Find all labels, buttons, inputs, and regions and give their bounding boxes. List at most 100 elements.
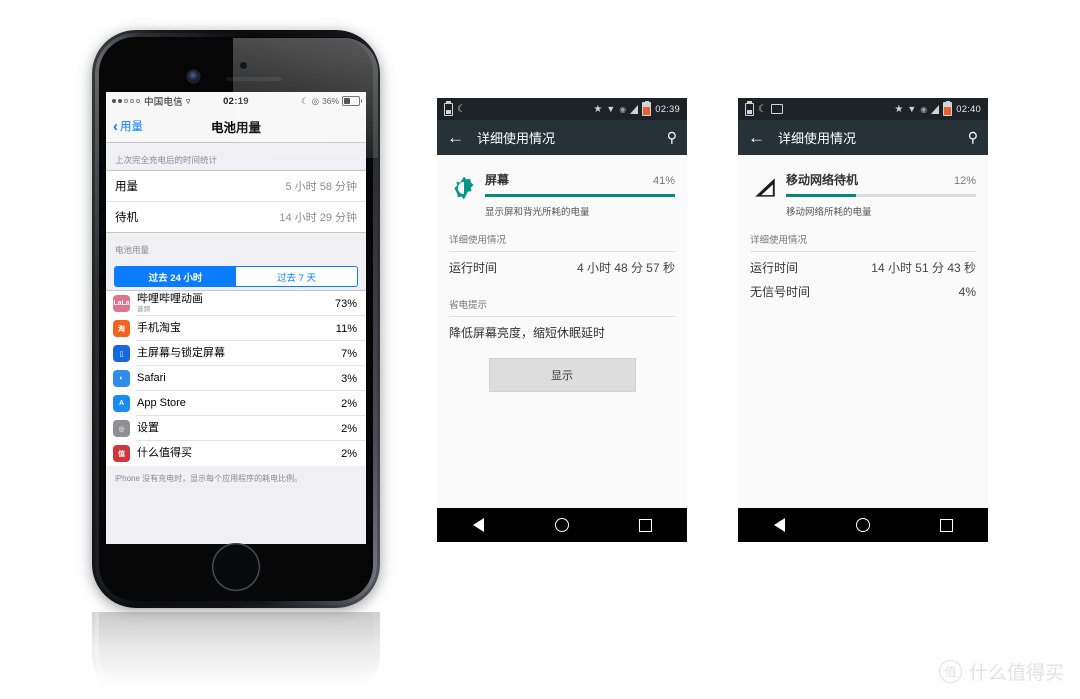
home-button[interactable] [212, 543, 260, 591]
battery-section-header: 电池用量 [115, 245, 150, 255]
arrow-back-icon[interactable]: ← [748, 129, 768, 146]
battery-item-text: 移动网络待机 12% 移动网络所耗的电量 [786, 171, 976, 218]
signal-icon [630, 104, 639, 114]
list-item[interactable]: ◐ Safari 3% [106, 366, 366, 391]
battery-icon [342, 96, 362, 106]
do-not-disturb-moon-icon: ☾ [457, 103, 466, 115]
cast-icon [770, 104, 783, 114]
battery-footnote: iPhone 没有充电时，显示每个应用程序的耗电比例。 [115, 474, 303, 483]
table-row: 运行时间 4 小时 48 分 57 秒 [437, 252, 687, 283]
list-item[interactable]: 值什么值得买 2% [106, 441, 366, 466]
table-row: 无信号时间 4% [738, 283, 988, 307]
android-content: 屏幕 41% 显示屏和背光所耗的电量 详细使用情况 运行时间 4 小时 48 分… [437, 155, 687, 524]
iphone-reflection [92, 612, 380, 698]
app-name: Safari [137, 371, 166, 384]
android-screenshot-right: ☾ ★ ▼ ◉ 02:40 ← 详细使用情况 ⚲ 移动网络待机 12% 移动网络… [738, 98, 988, 524]
iphone-device: 中国电信 ▿ 02:19 ☾ ◎ 36% ‹ 用量 电池用量 上次完全充电后的时… [92, 30, 380, 608]
brightness-icon [449, 171, 479, 205]
watermark-logo-icon: 值 [938, 660, 962, 683]
reflection-inner [92, 612, 380, 698]
battery-item-percent: 41% [652, 175, 675, 187]
app-battery-percent: 73% [334, 297, 357, 310]
row-label: 待机 [115, 212, 138, 224]
list-item-text: App Store [137, 396, 186, 410]
star-icon: ★ [894, 103, 904, 115]
page-title: 详细使用情况 [477, 131, 556, 146]
row-value: 4% [958, 284, 976, 299]
list-item[interactable]: ▯ 主屏幕与锁定屏幕 7% [106, 341, 366, 366]
display-settings-button[interactable]: 显示 [488, 358, 636, 392]
android-status-bar: ☾ ★ ▼ ◉ 02:39 [437, 98, 687, 120]
nav-back-button[interactable] [763, 508, 797, 542]
nav-recents-button[interactable] [929, 508, 963, 542]
iphone-screen: 中国电信 ▿ 02:19 ☾ ◎ 36% ‹ 用量 电池用量 上次完全充电后的时… [106, 92, 366, 544]
reflection-body [92, 612, 380, 698]
battery-level-icon [642, 100, 652, 116]
time-range-segmented-control[interactable]: 过去 24 小时 过去 7 天 [114, 266, 358, 287]
list-item[interactable]: 淘手机淘宝 11% [106, 316, 366, 341]
status-right-cluster: ★ ▼ ◉ 02:40 [894, 100, 981, 116]
segment-last-7-days[interactable]: 过去 7 天 [236, 267, 357, 286]
app-battery-percent: 3% [341, 372, 357, 385]
bilibili-icon: LaLa [113, 295, 130, 312]
battery-item-name: 移动网络待机 [786, 173, 859, 187]
nav-home-button[interactable] [846, 508, 880, 542]
app-name: 什么值得买 [137, 446, 192, 459]
page-title: 电池用量 [210, 120, 261, 135]
segment-last-24-hours[interactable]: 过去 24 小时 [115, 267, 236, 286]
app-battery-percent: 11% [335, 322, 357, 335]
arrow-back-icon[interactable]: ← [447, 129, 467, 146]
nav-back-button[interactable] [462, 508, 496, 542]
settings-icon: ◎ [113, 420, 130, 437]
battery-item-text: 屏幕 41% 显示屏和背光所耗的电量 [485, 171, 675, 218]
row-label: 无信号时间 [750, 285, 811, 299]
taobao-icon: 淘 [113, 320, 130, 337]
android-navigation-bar-right [738, 508, 988, 542]
wifi-icon: ▼ [907, 104, 917, 114]
battery-usage-bar [786, 194, 976, 197]
android-toolbar: ← 详细使用情况 ⚲ [738, 120, 988, 155]
nav-recents-button[interactable] [628, 508, 662, 542]
status-time: 02:39 [655, 103, 680, 115]
battery-item-description: 移动网络所耗的电量 [786, 207, 872, 218]
battery-level-icon [943, 100, 953, 116]
do-not-disturb-moon-icon: ☾ [758, 103, 767, 115]
signal-icon [931, 104, 940, 114]
list-item[interactable]: A App Store 2% [106, 391, 366, 416]
list-item[interactable]: ◎ 设置 2% [106, 416, 366, 441]
app-name: App Store [137, 396, 186, 409]
nav-home-button[interactable] [545, 508, 579, 542]
reflection-rim [95, 612, 377, 695]
watermark: 值 什么值得买 [938, 658, 1064, 685]
ios-content: 上次完全充电后的时间统计 用量 5 小时 58 分钟 待机 14 小时 29 分… [106, 143, 366, 544]
android-content: 移动网络待机 12% 移动网络所耗的电量 详细使用情况 运行时间 14 小时 5… [738, 155, 988, 524]
battery-item-percent: 12% [953, 175, 976, 187]
proximity-sensor-dot [240, 62, 247, 69]
list-item-text: 手机淘宝 [137, 322, 181, 335]
row-label: 运行时间 [449, 261, 498, 275]
row-label: 运行时间 [750, 261, 799, 275]
battery-usage-bar-fill [786, 194, 857, 197]
app-name: 设置 [137, 421, 159, 434]
home-lock-screen-icon: ▯ [113, 345, 130, 362]
table-row[interactable]: 待机 14 小时 29 分钟 [106, 202, 366, 232]
battery-usage-bar [485, 194, 675, 197]
status-time: 02:40 [956, 103, 981, 115]
list-item-text: Safari [137, 371, 166, 385]
battery-item-header: 屏幕 41% 显示屏和背光所耗的电量 [437, 155, 687, 218]
tip-text-label: 降低屏幕亮度，缩短休眠延时 [449, 326, 606, 340]
android-toolbar: ← 详细使用情况 ⚲ [437, 120, 687, 155]
android-status-bar: ☾ ★ ▼ ◉ 02:40 [738, 98, 988, 120]
usage-section-header: 上次完全充电后的时间统计 [115, 155, 218, 165]
search-icon[interactable]: ⚲ [667, 129, 677, 146]
cellular-signal-icon [750, 171, 780, 205]
battery-icon [444, 100, 453, 116]
table-row[interactable]: 用量 5 小时 58 分钟 [106, 171, 366, 202]
battery-percent-label: 36% [321, 96, 339, 106]
battery-icon [745, 100, 754, 116]
list-item[interactable]: LaLa 哔哩哔哩动画 音频 73% [106, 291, 366, 316]
search-icon[interactable]: ⚲ [968, 129, 978, 146]
battery-item-row: 屏幕 41% [485, 171, 675, 188]
watermark-text: 什么值得买 [968, 663, 1064, 684]
app-battery-percent: 2% [341, 447, 357, 460]
